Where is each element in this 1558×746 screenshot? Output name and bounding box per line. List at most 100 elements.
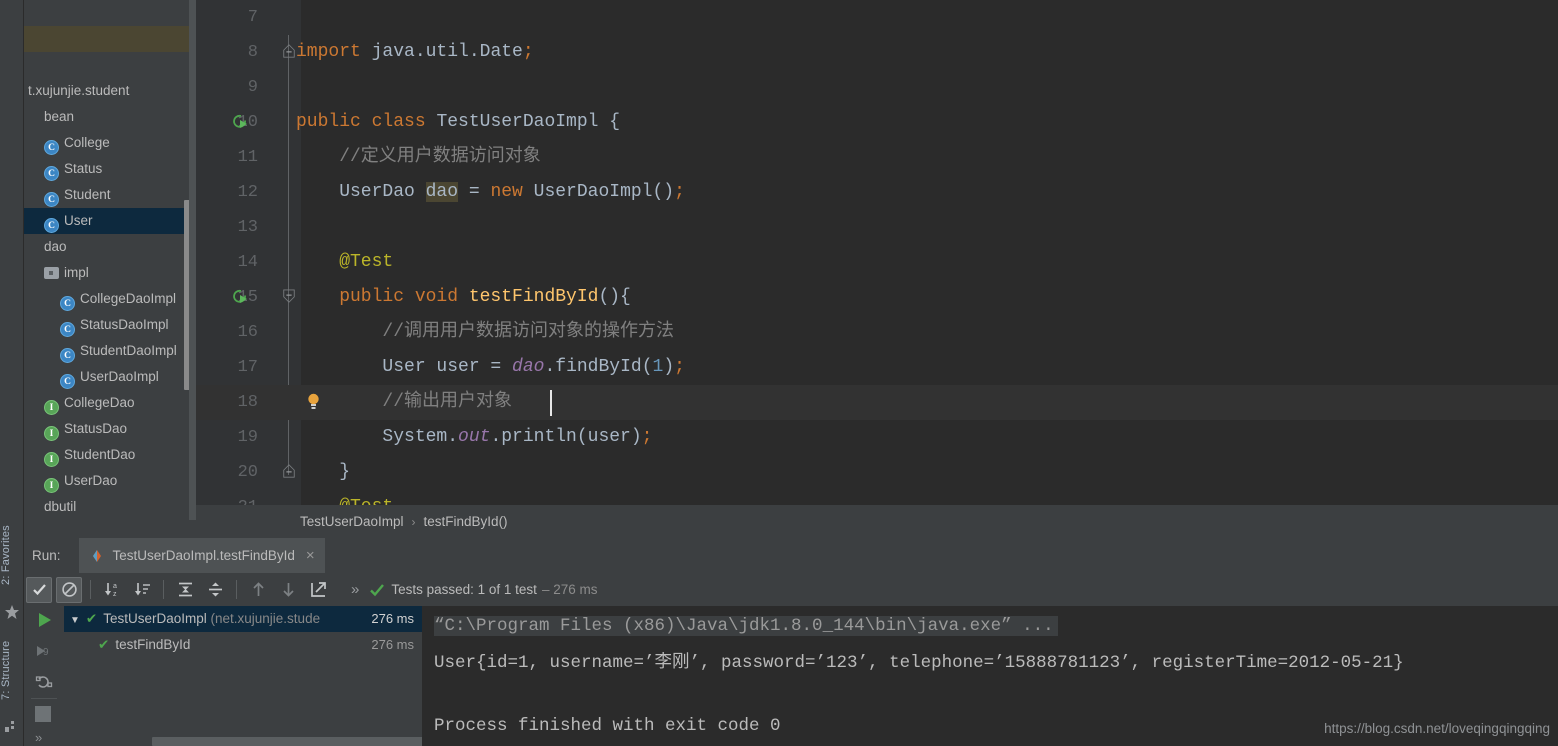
tree-item-user[interactable]: C User [24,208,196,234]
tree-item-status[interactable]: C Status [24,156,196,182]
code-token: ; [674,182,685,202]
code-line-12[interactable]: 12 UserDao dao = new UserDaoImpl(); [196,175,1558,210]
code-text: @Test [296,490,393,505]
code-fold-icon[interactable] [282,289,296,303]
expand-all-icon [178,582,192,597]
console-output[interactable]: “C:\Program Files (x86)\Java\jdk1.8.0_14… [422,606,1558,746]
idea-window: 2: Favorites 7: Structure t.xujunjie.stu… [0,0,1558,746]
run-configuration-tab[interactable]: TestUserDaoImpl.testFindById × [78,538,325,573]
code-line-9[interactable]: 9 [196,70,1558,105]
code-token: () [652,182,675,202]
tree-item-collegedao[interactable]: I CollegeDao [24,390,196,416]
toolbar-separator [163,580,164,599]
tree-item-dbutil[interactable]: dbutil [24,494,196,520]
console-exit-line: Process finished with exit code 0 [434,716,781,736]
line-number: 11 [237,148,258,167]
next-failed-button[interactable] [275,577,301,603]
tree-item-statusdao[interactable]: I StatusDao [24,416,196,442]
code-line-16[interactable]: 16 //调用用户数据访问对象的操作方法 [196,315,1558,350]
toolbar-overflow-icon[interactable]: » [351,581,359,598]
tree-item-statusdaoimpl[interactable]: C StatusDaoImpl [24,312,196,338]
close-icon[interactable]: × [306,548,315,563]
tree-item-dao[interactable]: dao [24,234,196,260]
sort-alphabetically-button[interactable]: a z [99,577,125,603]
tree-item-userdaoimpl[interactable]: C UserDaoImpl [24,364,196,390]
tree-item-label: User [64,213,93,228]
expand-arrow-icon[interactable]: ▼ [70,615,80,626]
line-number: 16 [237,323,258,342]
run-test-gutter-icon[interactable] [232,113,250,131]
test-duration: 276 ms [371,611,414,626]
code-line-13[interactable]: 13 [196,210,1558,245]
run-test-gutter-icon[interactable] [232,288,250,306]
code-token: { [609,112,621,132]
tree-item-label: StatusDaoImpl [80,317,169,332]
tree-item-collegedaoimpl[interactable]: C CollegeDaoImpl [24,286,196,312]
code-editor[interactable]: 7 8 import java.util.Date; 9 10 public class … [196,0,1558,505]
sort-by-duration-button[interactable] [129,577,155,603]
code-line-18[interactable]: 18 //输出用户对象 [196,385,1558,420]
tree-item-student[interactable]: C Student [24,182,196,208]
tree-item-impl[interactable]: impl [24,260,196,286]
tree-item-t-xujunjie-student[interactable]: t.xujunjie.student [24,78,196,104]
breadcrumb[interactable]: TestUserDaoImpl › testFindById() [196,505,1558,538]
code-line-20[interactable]: 20 } [196,455,1558,490]
code-fold-icon[interactable] [282,44,296,58]
code-line-8[interactable]: 8 import java.util.Date; [196,35,1558,70]
code-token: @Test [296,252,394,272]
project-tree-panel[interactable]: t.xujunjie.student bean C College C Status C St… [24,0,196,520]
code-fold-icon[interactable] [282,464,296,478]
auto-test-icon[interactable] [35,673,53,691]
code-line-11[interactable]: 11 //定义用户数据访问对象 [196,140,1558,175]
code-line-17[interactable]: 17 User user = dao.findById(1); [196,350,1558,385]
code-token: ) [663,357,675,377]
breadcrumb-method[interactable]: testFindById() [424,514,508,529]
test-tree-horizontal-scrollbar[interactable] [152,737,422,746]
show-passed-button[interactable] [26,576,52,603]
tool-window-structure[interactable]: 7: Structure [0,628,24,712]
tool-window-favorites[interactable]: 2: Favorites [0,512,24,598]
tree-item-blank [24,52,196,78]
code-line-15[interactable]: 15 public void testFindById(){ [196,280,1558,315]
code-line-19[interactable]: 19 System.out.println(user); [196,420,1558,455]
hide-ignored-button[interactable] [56,576,82,603]
class-icon: C [44,166,59,181]
line-number: 8 [247,43,258,62]
code-token: //输出用户对象 [296,392,513,412]
code-token: .println(user) [490,427,642,447]
code-line-14[interactable]: 14 @Test [196,245,1558,280]
tree-item-userdao[interactable]: I UserDao [24,468,196,494]
stop-square-icon[interactable] [35,706,51,722]
run-actions-sidebar: 9 » [24,606,64,746]
text-caret [550,390,552,416]
code-line-10[interactable]: 10 public class TestUserDaoImpl { [196,105,1558,140]
test-tree-row[interactable]: ▼ ✔ TestUserDaoImpl (net.xujunjie.stude 276… [64,606,422,632]
export-test-results-button[interactable] [305,577,331,603]
code-line-7[interactable]: 7 [196,0,1558,35]
chevron-right-double-icon[interactable]: » [35,730,42,745]
line-number: 21 [196,490,258,505]
project-panel-divider[interactable] [189,0,196,520]
breadcrumb-class[interactable]: TestUserDaoImpl [300,514,404,529]
code-line-21[interactable]: 21 @Test [196,490,1558,505]
tree-item-studentdaoimpl[interactable]: C StudentDaoImpl [24,338,196,364]
test-duration: 276 ms [371,637,414,652]
tree-item-studentdao[interactable]: I StudentDao [24,442,196,468]
run-window-label: Run: [32,548,61,563]
test-results-tree[interactable]: ▼ ✔ TestUserDaoImpl (net.xujunjie.stude 276… [64,606,422,746]
junit-icon [92,549,101,562]
code-token: } [296,462,351,482]
tree-item-college[interactable]: C College [24,130,196,156]
code-token: ; [674,357,685,377]
run-green-icon[interactable] [35,611,53,629]
rerun-failed-icon[interactable]: 9 [35,642,53,660]
prev-failed-button[interactable] [245,577,271,603]
expand-all-button[interactable] [172,577,198,603]
intention-bulb-icon[interactable] [306,392,321,411]
tests-passed-check-icon [370,583,385,596]
run-tab-title: TestUserDaoImpl.testFindById [112,548,295,563]
collapse-all-button[interactable] [202,577,228,603]
test-tree-row[interactable]: ✔ testFindById 276 ms [64,632,422,658]
tree-item-bean[interactable]: bean [24,104,196,130]
tree-item-label: CollegeDaoImpl [80,291,177,306]
